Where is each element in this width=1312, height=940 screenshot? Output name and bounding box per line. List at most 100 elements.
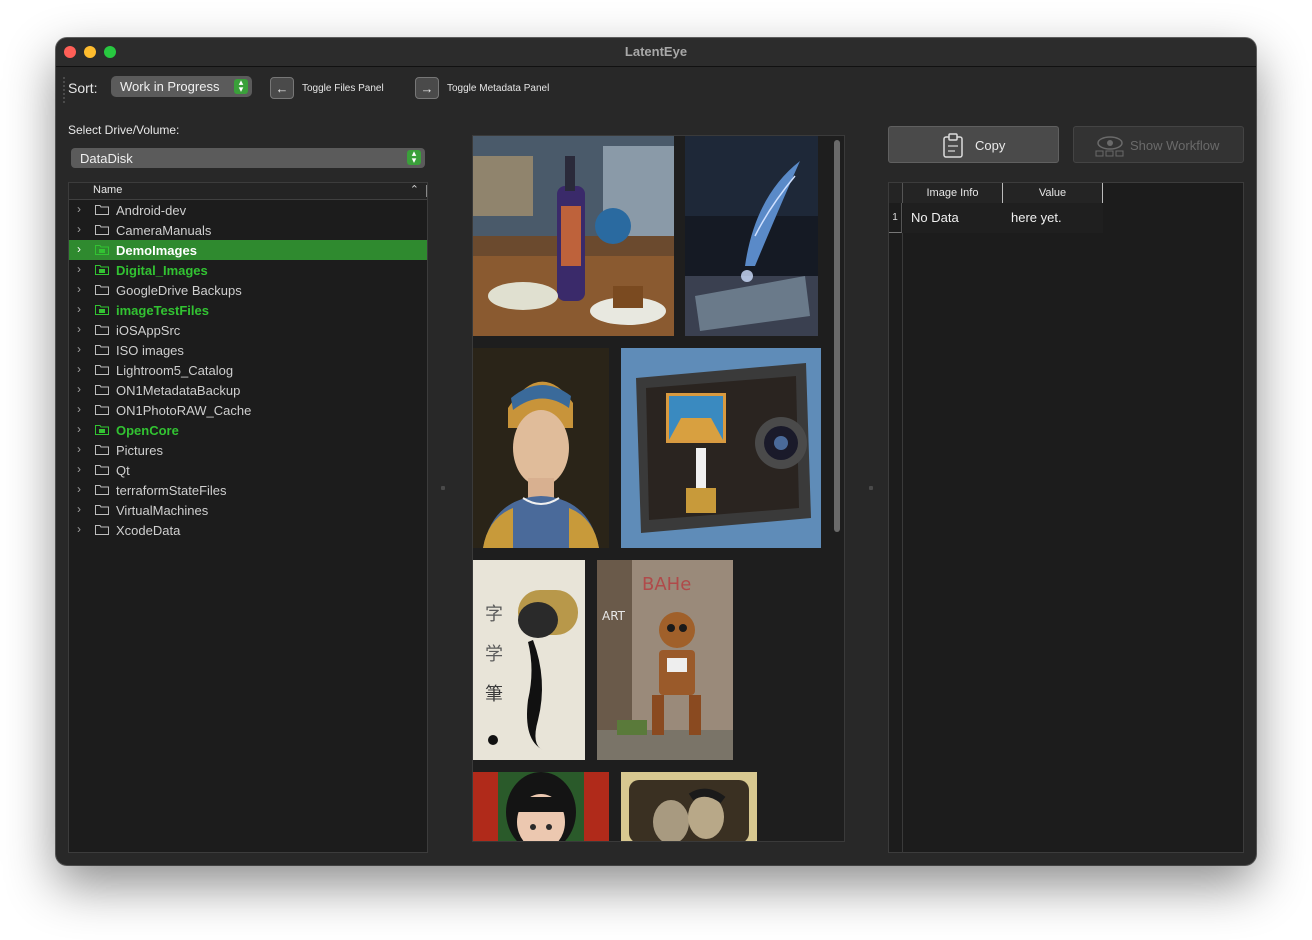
folder-icon [95, 225, 109, 235]
chevron-right-icon[interactable]: › [77, 222, 81, 236]
chevron-right-icon[interactable]: › [77, 262, 81, 276]
thumb-camera-painter[interactable] [621, 348, 821, 548]
thumb-ink-pen-calligraphy[interactable]: 字 学 筆 [473, 560, 585, 760]
tree-item-label: Qt [116, 463, 130, 478]
chevron-right-icon[interactable]: › [77, 442, 81, 456]
chevron-right-icon[interactable]: › [77, 382, 81, 396]
sort-select-value: Work in Progress [120, 79, 220, 94]
tree-item[interactable]: › DemoImages [69, 240, 427, 260]
tree-item[interactable]: › Android-dev [69, 200, 427, 220]
left-splitter-handle[interactable] [441, 486, 445, 490]
chevron-updown-icon: ▴ ▾ [407, 149, 421, 165]
column-header-image-info[interactable]: Image Info [903, 183, 1003, 203]
gallery-scroll-thumb[interactable] [834, 140, 840, 532]
chevron-right-icon[interactable]: › [77, 502, 81, 516]
tree-item[interactable]: › CameraManuals [69, 220, 427, 240]
chevron-right-icon[interactable]: › [77, 462, 81, 476]
folder-icon [95, 485, 109, 495]
drive-select-value: DataDisk [80, 151, 133, 166]
tree-item[interactable]: › OpenCore [69, 420, 427, 440]
tree-item[interactable]: › ISO images [69, 340, 427, 360]
tree-item[interactable]: › ON1PhotoRAW_Cache [69, 400, 427, 420]
clipboard-icon [943, 133, 963, 158]
thumb-wine-bottle-dinner[interactable] [473, 136, 674, 336]
window-title: LatentEye [624, 44, 688, 59]
tree-item[interactable]: › XcodeData [69, 520, 427, 540]
tree-rows: › Android-dev › CameraManuals › DemoImages › Di… [69, 200, 427, 540]
tree-item[interactable]: › GoogleDrive Backups [69, 280, 427, 300]
svg-text:筆: 筆 [485, 684, 503, 705]
chevron-right-icon[interactable]: › [77, 522, 81, 536]
tree-item-label: terraformStateFiles [116, 483, 227, 498]
toolbar: Sort: Work in Progress ▴ ▾ ← Toggle Files… [56, 67, 1256, 111]
chevron-right-icon[interactable]: › [77, 302, 81, 316]
tree-item[interactable]: › iOSAppSrc [69, 320, 427, 340]
tree-item-label: imageTestFiles [116, 303, 209, 318]
tree-item-label: VirtualMachines [116, 503, 209, 518]
tree-item-label: ON1PhotoRAW_Cache [116, 403, 252, 418]
cell-value[interactable]: here yet. [1003, 203, 1103, 233]
folder-icon [95, 205, 109, 215]
folder-icon [95, 365, 109, 375]
drive-select[interactable]: DataDisk ▴ ▾ [71, 148, 425, 168]
folder-icon [95, 285, 109, 295]
show-workflow-button[interactable]: Show Workflow [1073, 126, 1244, 163]
chevron-right-icon[interactable]: › [77, 402, 81, 416]
tree-item[interactable]: › imageTestFiles [69, 300, 427, 320]
folder-icon [95, 465, 109, 475]
tree-item[interactable]: › Qt [69, 460, 427, 480]
toolbar-grip[interactable] [63, 77, 67, 103]
sort-select[interactable]: Work in Progress ▴ ▾ [111, 76, 252, 97]
tree-item-label: Android-dev [116, 203, 187, 218]
toggle-metadata-panel-button[interactable]: → Toggle Metadata Panel [415, 76, 549, 100]
thumb-anime-girl[interactable] [473, 772, 609, 842]
arrow-left-icon: ← [270, 77, 294, 99]
thumb-vintage-couple-photo[interactable] [621, 772, 757, 842]
tree-item-label: XcodeData [116, 523, 181, 538]
right-splitter-handle[interactable] [869, 486, 873, 490]
tree-header-name[interactable]: Name ⌃ [69, 183, 427, 200]
tree-item-label: Pictures [116, 443, 163, 458]
tree-item-label: OpenCore [116, 423, 179, 438]
folder-icon [95, 345, 109, 355]
gallery-scrollbar[interactable] [834, 140, 840, 837]
chevron-right-icon[interactable]: › [77, 322, 81, 336]
tree-item[interactable]: › terraformStateFiles [69, 480, 427, 500]
chevron-right-icon[interactable]: › [77, 482, 81, 496]
image-gallery: 字 学 筆 BAHe ART [472, 135, 845, 842]
chevron-right-icon[interactable]: › [77, 342, 81, 356]
tree-item-label: iOSAppSrc [116, 323, 181, 338]
app-window: LatentEye Sort: Work in Progress ▴ ▾ ← To… [56, 38, 1256, 865]
tree-item-label: Lightroom5_Catalog [116, 363, 234, 378]
image-folder-icon [95, 265, 109, 275]
tree-item[interactable]: › ON1MetadataBackup [69, 380, 427, 400]
chevron-right-icon[interactable]: › [77, 422, 81, 436]
svg-text:学: 学 [485, 644, 503, 665]
tree-item[interactable]: › Lightroom5_Catalog [69, 360, 427, 380]
copy-button[interactable]: Copy [888, 126, 1059, 163]
title-bar: LatentEye [56, 38, 1256, 67]
folder-icon [95, 385, 109, 395]
cell-image-info[interactable]: No Data [903, 203, 1003, 233]
tree-item[interactable]: › Pictures [69, 440, 427, 460]
table-corner [889, 183, 903, 203]
column-header-value[interactable]: Value [1003, 183, 1103, 203]
chevron-right-icon[interactable]: › [77, 362, 81, 376]
chevron-right-icon[interactable]: › [77, 282, 81, 296]
folder-tree: Name ⌃ › Android-dev › CameraManuals › DemoIm… [68, 182, 428, 853]
thumb-quill-book[interactable] [685, 136, 818, 336]
row-header[interactable]: 1 [889, 203, 902, 233]
folder-icon [95, 405, 109, 415]
toggle-files-panel-button[interactable]: ← Toggle Files Panel [270, 76, 384, 100]
thumb-robot-graffiti-wall[interactable]: BAHe ART [597, 560, 733, 760]
tree-item[interactable]: › VirtualMachines [69, 500, 427, 520]
chevron-right-icon[interactable]: › [77, 242, 81, 256]
tree-item-label: CameraManuals [116, 223, 212, 238]
tree-item-label: ON1MetadataBackup [116, 383, 241, 398]
image-folder-icon [95, 425, 109, 435]
thumb-pearl-girl-portrait[interactable] [473, 348, 609, 548]
row-header-divider [902, 233, 903, 853]
metadata-table: Image Info Value 1 No Data here yet. [888, 182, 1244, 853]
tree-item[interactable]: › Digital_Images [69, 260, 427, 280]
chevron-right-icon[interactable]: › [77, 202, 81, 216]
